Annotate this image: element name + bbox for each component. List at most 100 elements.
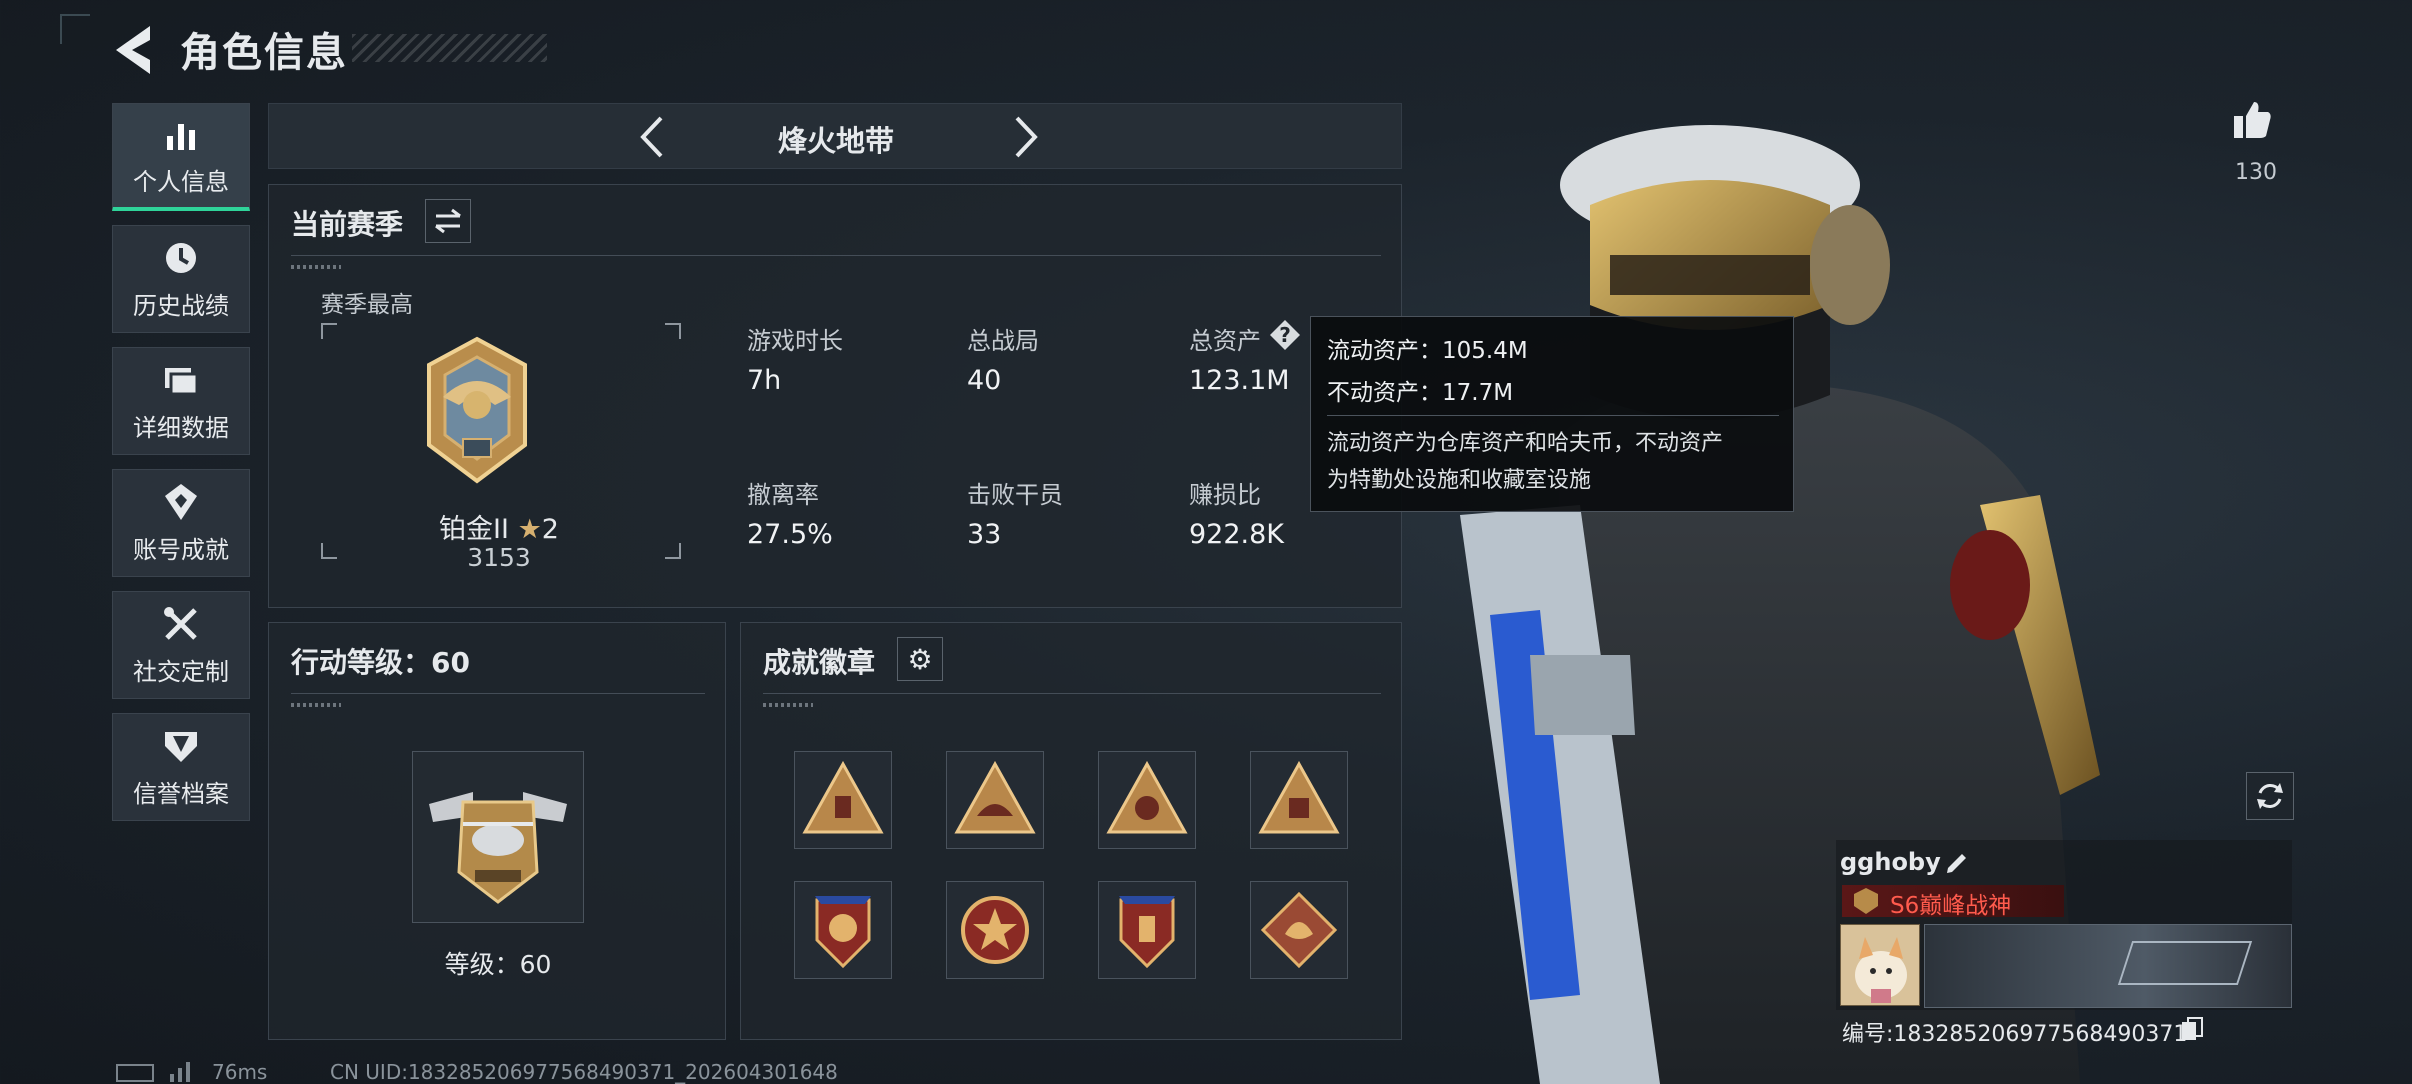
sidebar-item-label: 社交定制 [133, 657, 229, 686]
mode-name: 烽火地带 [777, 124, 894, 158]
swap-icon [435, 208, 461, 234]
stat-label-total-assets: 总资产 [1189, 327, 1261, 355]
banner-decoration [2117, 941, 2253, 985]
edit-name-button[interactable] [1942, 848, 1970, 876]
sidebar-item-label: 历史战绩 [133, 291, 229, 320]
triangle-badge-icon [1258, 760, 1340, 834]
sidebar-item-personal-info[interactable]: 个人信息 [112, 103, 250, 211]
corner-decoration [60, 14, 90, 44]
page-title: 角色信息 [180, 30, 348, 76]
next-mode-button[interactable] [999, 112, 1049, 162]
like-button[interactable] [2230, 98, 2274, 142]
achievement-icon [165, 483, 197, 520]
sidebar-item-detailed-data[interactable]: 详细数据 [112, 347, 250, 455]
battery-icon [116, 1064, 154, 1082]
copy-icon [2182, 1017, 2203, 1040]
sidebar-item-social-custom[interactable]: 社交定制 [112, 591, 250, 699]
level-emblem-icon [429, 792, 567, 904]
divider [291, 693, 705, 694]
shield-badge-icon [815, 896, 871, 969]
assets-tooltip: 流动资产：105.4M 不动资产：17.7M 流动资产为仓库资产和哈夫币，不动资… [1310, 316, 1794, 512]
pencil-icon [1947, 854, 1966, 873]
sidebar-item-achievements[interactable]: 账号成就 [112, 469, 250, 577]
prev-mode-button[interactable] [629, 112, 679, 162]
copy-uid-button[interactable] [2180, 1016, 2204, 1042]
badge-settings-button[interactable]: ⚙ [897, 637, 943, 681]
question-icon: ? [1270, 320, 1300, 350]
rank-name: 铂金II [439, 514, 509, 545]
folder-icon [165, 367, 199, 395]
tooltip-desc-line1: 流动资产为仓库资产和哈夫币，不动资产 [1327, 431, 1724, 456]
stat-label-extract-rate: 撤离率 [747, 481, 819, 509]
achievement-badge[interactable] [946, 881, 1044, 979]
sidebar-item-label: 个人信息 [133, 168, 229, 196]
divider [291, 255, 1381, 256]
achievement-badges-panel: 成就徽章 ⚙ [740, 622, 1402, 1040]
liquid-assets: 流动资产：105.4M [1327, 338, 1528, 364]
title-emblem-icon [1854, 888, 1878, 914]
chevron-left-icon [640, 116, 663, 158]
back-button[interactable] [110, 22, 160, 78]
diamond-badge-icon [1260, 891, 1338, 969]
fixed-assets: 不动资产：17.7M [1327, 380, 1514, 406]
achievement-badge[interactable] [1250, 881, 1348, 979]
sidebar-item-label: 账号成就 [133, 535, 229, 564]
refresh-button[interactable] [2246, 772, 2294, 820]
stat-value-playtime: 7h [747, 365, 782, 396]
name-card-banner[interactable] [1924, 924, 2292, 1008]
tools-icon [164, 606, 197, 640]
badges-title: 成就徽章 [763, 646, 876, 679]
triangle-badge-icon [1106, 760, 1188, 834]
title-decoration [352, 34, 547, 62]
shield-icon [165, 731, 197, 762]
cat-avatar-icon [1855, 937, 1907, 1003]
gear-icon: ⚙ [907, 642, 933, 676]
stat-label-profit-ratio: 赚损比 [1189, 481, 1261, 509]
triangle-badge-icon [802, 760, 884, 834]
sidebar-item-history[interactable]: 历史战绩 [112, 225, 250, 333]
sidebar-item-label: 信誉档案 [133, 779, 229, 808]
stat-label-kills: 击败干员 [967, 481, 1063, 509]
season-switch-button[interactable] [425, 199, 471, 243]
triangle-badge-icon [954, 760, 1036, 834]
round-badge-icon [961, 896, 1029, 964]
refresh-icon [2257, 783, 2283, 809]
stat-value-profit-ratio: 922.8K [1189, 519, 1285, 550]
achievement-badge[interactable] [1250, 751, 1348, 849]
achievement-badge[interactable] [1098, 751, 1196, 849]
action-level-panel: 行动等级：60 等级：60 [268, 622, 726, 1040]
back-arrow-icon [116, 26, 150, 74]
stat-value-total-assets: 123.1M [1189, 365, 1290, 396]
cn-uid-line: CN UID:18328520697756849037​1_2026043016… [330, 1060, 838, 1084]
sidebar-item-credit-file[interactable]: 信誉档案 [112, 713, 250, 821]
thumbs-up-icon [2234, 102, 2271, 138]
divider [1327, 415, 1779, 416]
avatar[interactable] [1840, 924, 1920, 1006]
achievement-badge[interactable] [1098, 881, 1196, 979]
season-panel: 当前赛季 赛季最高 铂金II ★2 3153 游戏时长 7h 总战局 40 总资… [268, 184, 1402, 608]
title-badge: S6巅峰战神 [1842, 885, 2064, 919]
profile-name: gghoby [1840, 848, 1941, 876]
stat-value-kills: 33 [967, 519, 1002, 550]
rule-decoration [291, 703, 341, 707]
achievement-badge[interactable] [946, 751, 1044, 849]
shield-badge-icon [1119, 896, 1175, 969]
bar-chart-icon [167, 124, 195, 150]
rank-star-icon: ★ [517, 514, 542, 545]
season-title: 当前赛季 [291, 208, 404, 241]
stat-label-playtime: 游戏时长 [747, 327, 843, 355]
ping-value: 76ms [212, 1060, 268, 1084]
achievement-badge[interactable] [794, 881, 892, 979]
level-emblem-frame [412, 751, 584, 923]
action-level-title: 行动等级：60 [291, 646, 470, 679]
stat-value-matches: 40 [967, 365, 1002, 396]
history-icon [166, 242, 196, 273]
divider [763, 693, 1381, 694]
assets-help-button[interactable]: ? [1269, 319, 1301, 351]
achievement-badge[interactable] [794, 751, 892, 849]
chevron-right-icon [1015, 116, 1038, 158]
rank-emblem-icon [427, 336, 527, 484]
rank-info: 铂金II ★2 [269, 507, 729, 546]
rule-decoration [291, 265, 341, 269]
season-best-label: 赛季最高 [321, 292, 413, 318]
